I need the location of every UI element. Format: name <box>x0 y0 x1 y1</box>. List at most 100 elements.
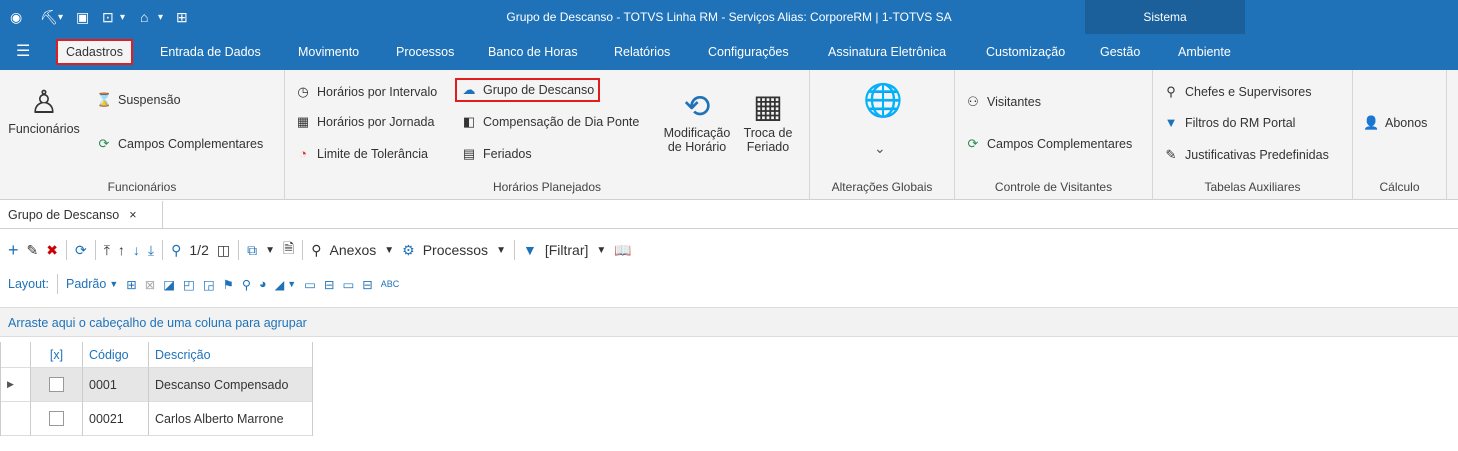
refresh-clock-icon: ⟲ <box>683 88 711 124</box>
justificativas-button[interactable]: ✎ Justificativas Predefinidas <box>1163 147 1329 163</box>
move-up-icon[interactable]: ◰ <box>183 277 195 292</box>
tab-configuracoes[interactable]: Configurações <box>700 39 797 65</box>
spellcheck-icon[interactable]: ABC <box>381 279 400 289</box>
tab-gestao[interactable]: Gestão <box>1092 39 1148 65</box>
refresh-icon[interactable]: ⟳ <box>75 242 87 259</box>
tab-entrada-dados[interactable]: Entrada de Dados <box>152 39 269 65</box>
dropdown-icon[interactable]: ▼ <box>496 245 506 256</box>
dropdown-icon[interactable]: ▼ <box>265 245 275 256</box>
add-icon[interactable]: + <box>8 240 19 261</box>
table-row[interactable]: 00021 Carlos Alberto Marrone <box>1 402 313 436</box>
insert-icon[interactable]: ◪ <box>163 277 175 292</box>
book-icon[interactable]: 📖 <box>614 242 631 259</box>
group-tabelas-auxiliares: ⚲ Chefes e Supervisores ▼ Filtros do RM Po… <box>1153 70 1353 200</box>
group-funcionarios: ♙ Funcionários ⌛ Suspensão ⟳ Campos Comple… <box>0 70 285 200</box>
item-label: Compensação de Dia Ponte <box>483 115 640 129</box>
row-checkbox[interactable] <box>49 411 64 426</box>
compensacao-dia-ponte-button[interactable]: ◧ Compensação de Dia Ponte <box>461 114 640 130</box>
divider <box>513 240 515 260</box>
troca-label: Troca de Feriado <box>743 126 793 154</box>
filtrar-button[interactable]: [Filtrar] <box>545 242 589 258</box>
dropdown-icon[interactable]: ▼ <box>287 279 296 289</box>
item-label: Feriados <box>483 147 532 161</box>
cell-descricao[interactable]: Carlos Alberto Marrone <box>149 402 313 436</box>
edit-note-icon: ✎ <box>1165 147 1177 162</box>
layout-select[interactable]: Padrão <box>66 277 106 291</box>
dropdown-icon[interactable]: ▼ <box>109 279 118 289</box>
alteracoes-globais-button[interactable]: 🌐 <box>858 80 908 120</box>
add-row-icon[interactable]: ⊞ <box>126 277 136 292</box>
move-down-icon[interactable]: ◲ <box>203 277 215 292</box>
cell-codigo[interactable]: 00021 <box>83 402 149 436</box>
tab-ambiente[interactable]: Ambiente <box>1170 39 1239 65</box>
funcionarios-button[interactable]: ♙ Funcionários <box>6 82 82 136</box>
tab-assinatura[interactable]: Assinatura Eletrônica <box>820 39 954 65</box>
campos-label: Campos Complementares <box>118 137 264 151</box>
last-record-icon[interactable]: ⤓ <box>148 242 154 259</box>
anexos-button[interactable]: Anexos <box>330 242 377 258</box>
abonos-button[interactable]: 👤 Abonos <box>1363 115 1427 131</box>
cell-codigo[interactable]: 0001 <box>83 368 149 402</box>
dropdown-icon[interactable]: ▼ <box>596 245 606 256</box>
pin-icon[interactable]: ⚲ <box>242 277 251 292</box>
chefes-supervisores-button[interactable]: ⚲ Chefes e Supervisores <box>1163 84 1311 100</box>
doc-tab-grupo-descanso[interactable]: Grupo de Descanso × <box>0 201 163 229</box>
first-record-icon[interactable]: ⤒ <box>104 242 110 259</box>
edit-icon[interactable]: ✎ <box>27 242 39 259</box>
troca-feriado-button[interactable]: ▦ Troca de Feriado <box>737 86 799 154</box>
remove-row-icon[interactable]: ⊠ <box>145 277 155 292</box>
chevron-down-icon[interactable]: ⌄ <box>874 140 886 157</box>
group-by-area[interactable]: Arraste aqui o cabeçalho de uma coluna p… <box>0 307 1458 337</box>
suspensao-label: Suspensão <box>118 93 181 107</box>
group-label: Cálculo <box>1379 180 1420 194</box>
item-label: Limite de Tolerância <box>317 147 428 161</box>
layout-label: Layout: <box>8 277 50 291</box>
ribbon: ♙ Funcionários ⌛ Suspensão ⟳ Campos Comple… <box>0 70 1458 200</box>
processos-button[interactable]: Processos <box>423 242 488 258</box>
layout-center-icon[interactable]: ⊟ <box>362 277 372 292</box>
page-indicator: 1/2 <box>189 242 209 258</box>
table-row[interactable]: ▶ 0001 Descanso Compensado <box>1 368 313 402</box>
tab-relatorios[interactable]: Relatórios <box>606 39 678 65</box>
color-icon[interactable]: ◕ <box>259 277 267 291</box>
header-select[interactable]: [x] <box>31 342 83 368</box>
cell-descricao[interactable]: Descanso Compensado <box>149 368 313 402</box>
visitantes-campos-button[interactable]: ⟳ Campos Complementares <box>965 136 1133 152</box>
tab-processos[interactable]: Processos <box>388 39 462 65</box>
calendar-icon: ▤ <box>462 146 476 161</box>
tab-customizacao[interactable]: Customização <box>978 39 1073 65</box>
row-checkbox[interactable] <box>49 377 64 392</box>
columns-icon[interactable]: ◫ <box>217 242 230 259</box>
person-icon: ♙ <box>29 84 59 120</box>
dropdown-icon[interactable]: ▼ <box>384 245 394 256</box>
grupo-descanso-button[interactable]: ☁ Grupo de Descanso <box>455 78 601 102</box>
tab-banco-horas[interactable]: Banco de Horas <box>480 39 586 65</box>
menu-icon[interactable]: ☰ <box>8 39 38 65</box>
close-icon[interactable]: × <box>129 201 136 229</box>
layout-bottom-icon[interactable]: ▭ <box>304 277 316 292</box>
feriados-button[interactable]: ▤ Feriados <box>461 146 532 162</box>
search-icon[interactable]: ⚲ <box>171 242 181 259</box>
suspensao-button[interactable]: ⌛ Suspensão <box>96 92 181 108</box>
chart-icon[interactable]: ◢ <box>275 277 285 292</box>
next-record-icon[interactable]: ↓ <box>133 242 140 258</box>
export-icon[interactable]: ⧉ <box>247 242 257 259</box>
horarios-intervalo-button[interactable]: ◷ Horários por Intervalo <box>295 84 437 100</box>
sistema-tab[interactable]: Sistema <box>1085 0 1245 34</box>
layout-split-icon[interactable]: ⊟ <box>324 277 334 292</box>
horarios-jornada-button[interactable]: ▦ Horários por Jornada <box>295 114 435 130</box>
tab-movimento[interactable]: Movimento <box>290 39 367 65</box>
layout-top-icon[interactable]: ▭ <box>342 277 354 292</box>
limite-tolerancia-button[interactable]: ◔ Limite de Tolerância <box>295 146 428 162</box>
delete-icon[interactable]: ✖ <box>46 242 58 259</box>
modificacao-horario-button[interactable]: ⟲ Modificação de Horário <box>659 86 735 154</box>
document-icon[interactable]: 🗎 <box>283 238 294 262</box>
format-painter-icon[interactable]: ⚑ <box>223 277 234 292</box>
filtros-portal-button[interactable]: ▼ Filtros do RM Portal <box>1163 115 1296 131</box>
tab-cadastros[interactable]: Cadastros <box>56 39 133 65</box>
header-descricao[interactable]: Descrição <box>149 342 313 368</box>
visitantes-button[interactable]: ⚇ Visitantes <box>965 94 1041 110</box>
campos-complementares-button[interactable]: ⟳ Campos Complementares <box>96 136 264 152</box>
header-codigo[interactable]: Código <box>83 342 149 368</box>
prev-record-icon[interactable]: ↑ <box>118 242 125 258</box>
